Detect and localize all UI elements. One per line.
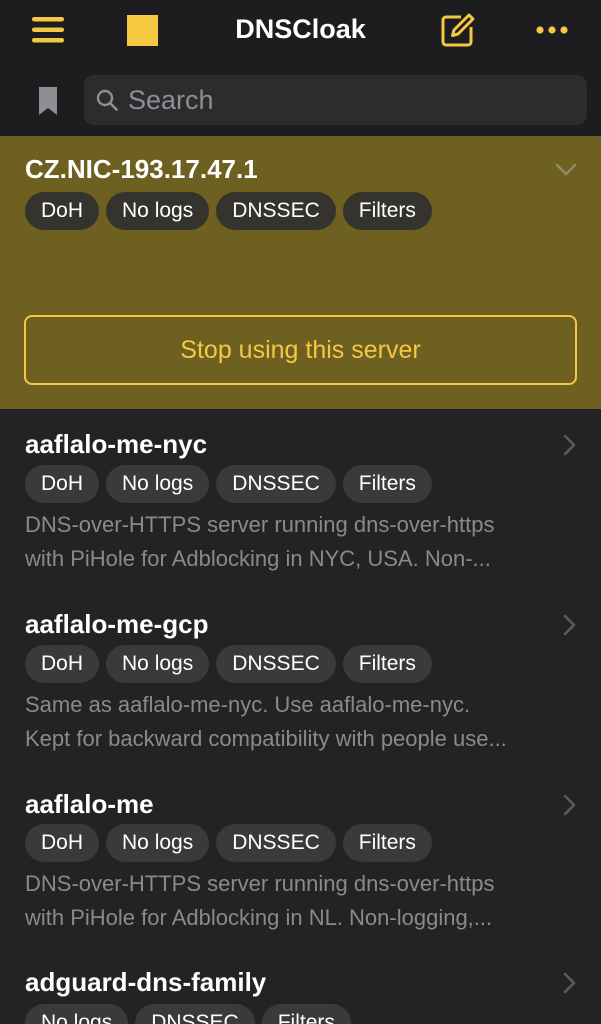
search-bar xyxy=(0,62,601,136)
selected-server: CZ.NIC-193.17.47.1 DoH No logs DNSSEC Filte… xyxy=(0,136,601,409)
server-row[interactable]: aaflalo-me-gcp DoH No logs DNSSEC Filters S… xyxy=(0,589,601,769)
tag-doh: DoH xyxy=(25,645,100,683)
tag-doh: DoH xyxy=(25,824,100,862)
tag-filters: Filters xyxy=(342,465,432,503)
compose-icon[interactable] xyxy=(441,13,475,47)
tag-filters: Filters xyxy=(261,1004,351,1024)
chevron-right-icon xyxy=(563,614,576,636)
server-name: aaflalo-me-nyc xyxy=(25,429,208,459)
description-line: DNS-over-HTTPS server running dns-over-h… xyxy=(25,512,495,537)
description-line: DNS-over-HTTPS server running dns-over-h… xyxy=(25,871,495,896)
description-line: with PiHole for Adblocking in NYC, USA. … xyxy=(25,546,491,571)
chevron-right-icon xyxy=(563,972,576,994)
server-name: aaflalo-me-gcp xyxy=(25,609,209,639)
server-row[interactable]: aaflalo-me DoH No logs DNSSEC Filters DNS-o… xyxy=(0,769,601,949)
tag-no-logs: No logs xyxy=(106,824,210,862)
tag-no-logs: No logs xyxy=(106,645,210,683)
server-row[interactable]: aaflalo-me-nyc DoH No logs DNSSEC Filters D… xyxy=(0,409,601,589)
server-description: DNS-over-HTTPS server running dns-over-h… xyxy=(25,508,565,576)
menu-icon[interactable] xyxy=(30,14,66,46)
server-row[interactable]: adguard-dns-family No logs DNSSEC Filters xyxy=(0,949,601,1024)
server-name: aaflalo-me xyxy=(25,789,154,819)
chevron-right-icon xyxy=(563,794,576,816)
selected-server-tags: DoH No logs DNSSEC Filters xyxy=(25,192,439,230)
selected-server-name: CZ.NIC-193.17.47.1 xyxy=(25,154,258,184)
tag-no-logs: No logs xyxy=(106,192,210,230)
search-field[interactable] xyxy=(84,75,587,125)
stop-using-server-button[interactable]: Stop using this server xyxy=(24,315,577,385)
tag-filters: Filters xyxy=(342,645,432,683)
chevron-down-icon[interactable] xyxy=(555,163,577,177)
description-line: with PiHole for Adblocking in NL. Non-lo… xyxy=(25,905,493,930)
description-line: Same as aaflalo-me-nyc. Use aaflalo-me-n… xyxy=(25,692,471,717)
more-icon[interactable] xyxy=(536,24,568,36)
tag-dnssec: DNSSEC xyxy=(216,645,336,683)
chevron-right-icon xyxy=(563,434,576,456)
description-line: Kept for backward compatibility with peo… xyxy=(25,726,507,751)
tag-filters: Filters xyxy=(342,192,432,230)
tag-no-logs: No logs xyxy=(25,1004,129,1024)
tag-dnssec: DNSSEC xyxy=(135,1004,255,1024)
server-tags: No logs DNSSEC Filters xyxy=(25,1004,358,1024)
tag-dnssec: DNSSEC xyxy=(216,465,336,503)
app-title: DNSCloak xyxy=(235,14,366,44)
server-name: adguard-dns-family xyxy=(25,967,267,997)
server-description: DNS-over-HTTPS server running dns-over-h… xyxy=(25,867,565,935)
tag-doh: DoH xyxy=(25,465,100,503)
server-tags: DoH No logs DNSSEC Filters xyxy=(25,465,439,503)
tag-no-logs: No logs xyxy=(106,465,210,503)
stop-icon[interactable] xyxy=(127,15,158,46)
tag-doh: DoH xyxy=(25,192,100,230)
server-description: Same as aaflalo-me-nyc. Use aaflalo-me-n… xyxy=(25,688,565,756)
bookmark-icon[interactable] xyxy=(38,86,58,116)
server-tags: DoH No logs DNSSEC Filters xyxy=(25,824,439,862)
tag-dnssec: DNSSEC xyxy=(216,824,336,862)
search-icon xyxy=(96,89,118,111)
tag-dnssec: DNSSEC xyxy=(216,192,336,230)
server-tags: DoH No logs DNSSEC Filters xyxy=(25,645,439,683)
tag-filters: Filters xyxy=(342,824,432,862)
search-input[interactable] xyxy=(128,75,568,125)
navigation-bar: DNSCloak xyxy=(0,0,601,62)
